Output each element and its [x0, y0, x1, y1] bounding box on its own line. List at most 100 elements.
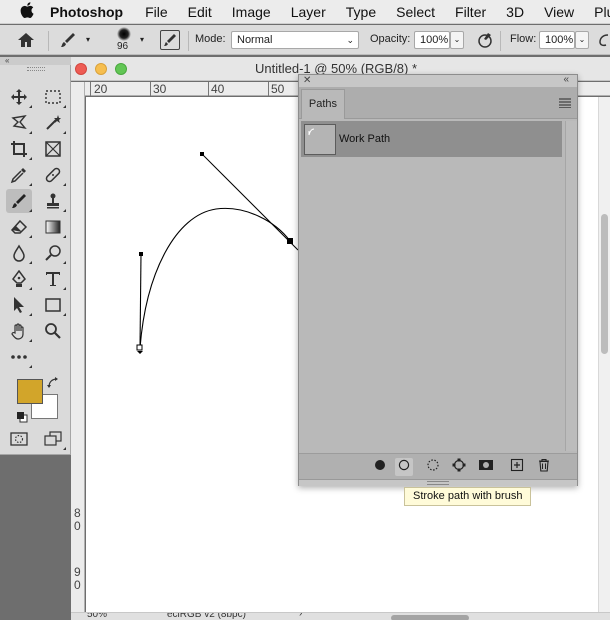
delete-path-button[interactable]: [535, 458, 553, 476]
flow-dropdown[interactable]: ⌄: [575, 31, 589, 49]
swap-colors-icon[interactable]: [47, 376, 59, 394]
opacity-input[interactable]: 100%: [414, 31, 450, 49]
ruler-tick-label: 8: [74, 506, 81, 520]
marquee-tool-icon[interactable]: [40, 85, 66, 109]
ruler-tick-label: 20: [94, 82, 108, 96]
home-icon[interactable]: [16, 31, 36, 52]
path-thumbnail: [304, 124, 336, 155]
load-as-selection-button[interactable]: [424, 458, 442, 476]
horizontal-scrollbar-thumb[interactable]: [391, 615, 469, 620]
mask-icon: [478, 458, 494, 476]
brush-tool-icon[interactable]: [58, 31, 78, 52]
paths-panel: ✕ « Paths Work Path: [298, 74, 578, 486]
color-profile[interactable]: eciRGB v2 (8bpc): [167, 613, 246, 620]
move-tool-icon[interactable]: [6, 85, 32, 109]
new-path-icon: [510, 458, 524, 477]
type-tool-icon[interactable]: [40, 267, 66, 291]
scrollbar-thumb[interactable]: [601, 214, 608, 354]
menu-3d[interactable]: 3D: [506, 4, 524, 20]
opacity-label: Opacity:: [370, 33, 411, 45]
panel-close-icon[interactable]: ✕: [303, 75, 311, 86]
panel-footer: [299, 453, 577, 479]
default-colors-icon[interactable]: [16, 410, 28, 428]
menu-plugins[interactable]: Plu: [594, 4, 610, 20]
menu-edit[interactable]: Edit: [188, 4, 212, 20]
panel-menu-icon[interactable]: [559, 95, 571, 113]
ruler-tick-label: 9: [74, 565, 81, 579]
mode-label: Mode:: [195, 33, 226, 45]
tab-paths[interactable]: Paths: [301, 89, 345, 119]
add-mask-button[interactable]: [477, 458, 495, 476]
direction-point[interactable]: [200, 152, 204, 156]
foreground-color-swatch[interactable]: [17, 379, 43, 404]
flow-label: Flow:: [510, 33, 537, 45]
tools-collapse-icon[interactable]: «: [0, 57, 71, 65]
make-work-path-button[interactable]: [450, 458, 468, 476]
path-selection-tool-icon[interactable]: [6, 293, 32, 317]
clone-stamp-tool-icon[interactable]: [40, 189, 66, 213]
hand-tool-icon[interactable]: [6, 319, 32, 343]
rectangle-tool-icon[interactable]: [40, 293, 66, 317]
anchor-point[interactable]: [287, 238, 293, 244]
eyedropper-tool-icon[interactable]: [6, 163, 32, 187]
tools-grip[interactable]: [27, 67, 45, 71]
flow-input[interactable]: 100%: [539, 31, 575, 49]
ruler-tick-label: 0: [74, 578, 81, 592]
brush-tool-selected-icon[interactable]: [6, 189, 32, 213]
apple-menu-icon[interactable]: [20, 1, 34, 22]
opacity-dropdown[interactable]: ⌄: [450, 31, 464, 49]
vertical-ruler[interactable]: 8 0 9 0: [71, 82, 85, 612]
zoom-window-icon[interactable]: [115, 63, 127, 75]
lasso-tool-icon[interactable]: [6, 111, 32, 135]
screen-mode-icon[interactable]: [40, 427, 66, 451]
panel-resize-grip[interactable]: [299, 479, 577, 486]
quick-mask-icon[interactable]: [6, 427, 32, 451]
brush-preset-chevron-icon[interactable]: ▾: [140, 35, 144, 44]
gradient-tool-icon[interactable]: [40, 215, 66, 239]
fill-path-button[interactable]: [371, 458, 389, 476]
menu-file[interactable]: File: [145, 4, 168, 20]
eraser-tool-icon[interactable]: [6, 215, 32, 239]
more-tools-icon[interactable]: [6, 345, 32, 369]
direction-point[interactable]: [139, 252, 143, 256]
trash-icon: [537, 458, 551, 477]
close-window-icon[interactable]: [75, 63, 87, 75]
pen-tool-icon[interactable]: [6, 267, 32, 291]
tooltip: Stroke path with brush: [404, 487, 531, 506]
new-path-button[interactable]: [508, 458, 526, 476]
magic-wand-tool-icon[interactable]: [40, 111, 66, 135]
dodge-tool-icon[interactable]: [40, 241, 66, 265]
blur-tool-icon[interactable]: [6, 241, 32, 265]
menu-layer[interactable]: Layer: [291, 4, 326, 20]
zoom-level[interactable]: 50%: [87, 613, 107, 620]
panel-collapse-icon[interactable]: «: [563, 74, 569, 85]
stroke-path-button[interactable]: [395, 458, 413, 476]
panel-header[interactable]: ✕ «: [299, 74, 577, 87]
menu-view[interactable]: View: [544, 4, 574, 20]
frame-tool-icon[interactable]: [40, 137, 66, 161]
anchor-point[interactable]: [136, 344, 143, 351]
chevron-down-icon[interactable]: ▾: [86, 35, 90, 44]
minimize-window-icon[interactable]: [95, 63, 107, 75]
pressure-opacity-icon[interactable]: [476, 31, 494, 52]
status-menu-chevron-icon[interactable]: ›: [299, 613, 302, 619]
zoom-tool-icon[interactable]: [40, 319, 66, 343]
mode-select[interactable]: Normal ⌄: [231, 31, 359, 49]
menu-image[interactable]: Image: [232, 4, 271, 20]
app-menu[interactable]: Photoshop: [50, 4, 123, 20]
options-bar: ▾ 96 ▾ Mode: Normal ⌄ Opacity: 100% ⌄ Fl…: [0, 25, 610, 55]
airbrush-icon[interactable]: [598, 33, 610, 50]
panel-scrollbar[interactable]: [565, 121, 577, 451]
path-row-work-path[interactable]: Work Path: [301, 121, 562, 157]
menu-type[interactable]: Type: [346, 4, 376, 20]
separator: [500, 31, 501, 51]
fill-path-icon: [374, 458, 386, 476]
separator: [48, 31, 49, 51]
menu-select[interactable]: Select: [396, 4, 435, 20]
crop-tool-icon[interactable]: [6, 137, 32, 161]
tools-panel: «: [0, 57, 71, 455]
vertical-scrollbar[interactable]: [598, 97, 610, 612]
menu-filter[interactable]: Filter: [455, 4, 486, 20]
brush-settings-icon[interactable]: [160, 30, 180, 50]
healing-brush-tool-icon[interactable]: [40, 163, 66, 187]
